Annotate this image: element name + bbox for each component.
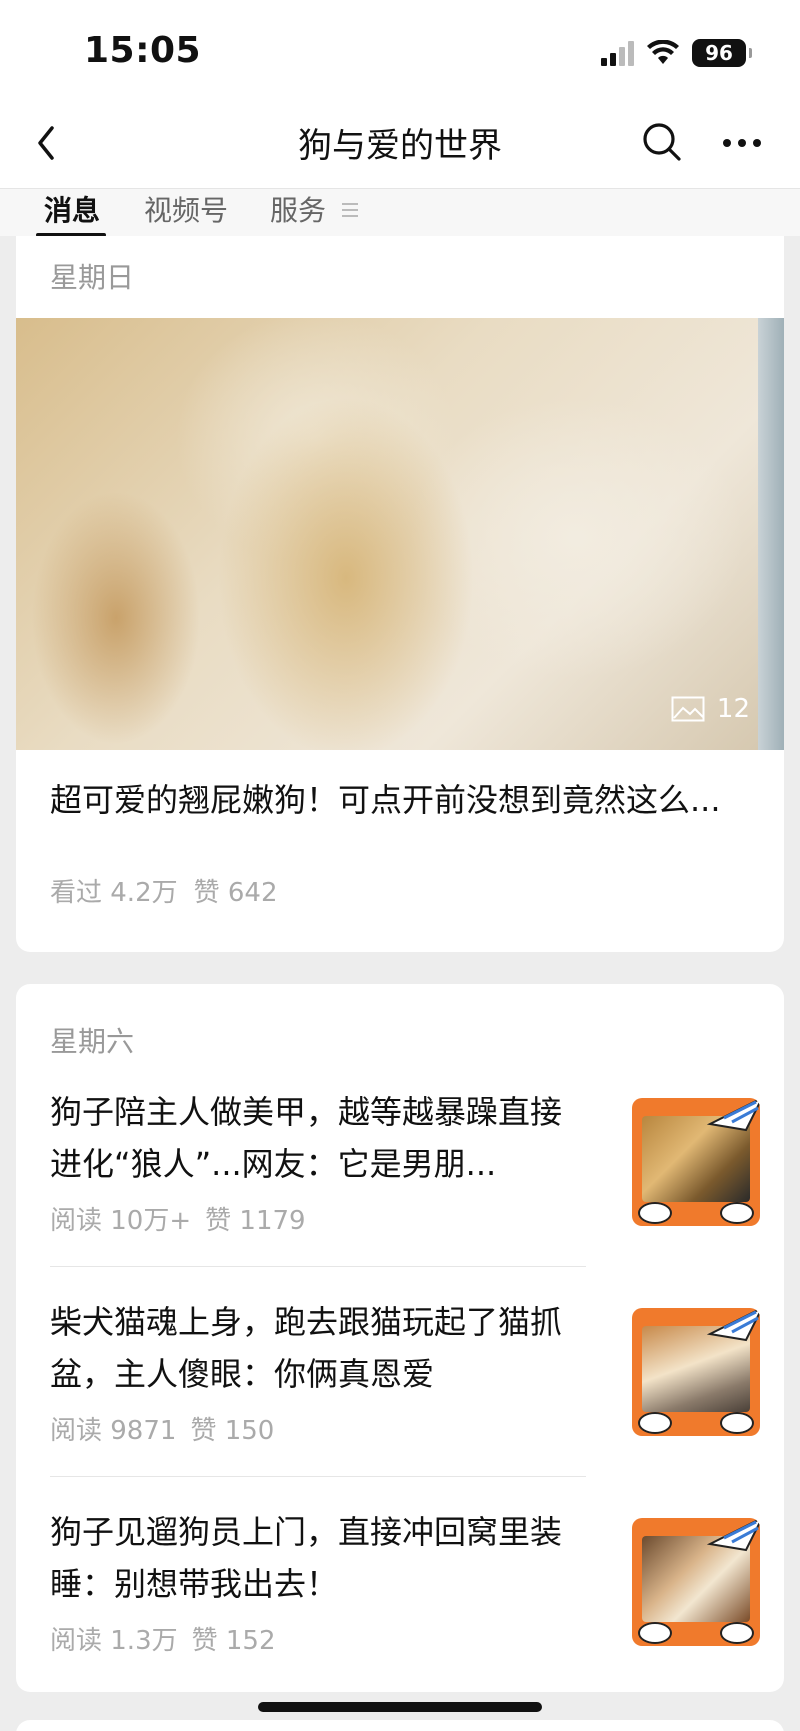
paw-icon — [638, 1412, 672, 1434]
party-hat-icon — [706, 1308, 760, 1342]
status-time: 15:05 — [84, 30, 202, 71]
read-count: 阅读 10万+ — [50, 1206, 192, 1236]
article-meta: 阅读 10万+ 赞 1179 — [50, 1200, 306, 1237]
message-card-sunday: 星期日 12 超可爱的翘屁嫩狗！可点开前没想到竟然这么... 看过 4.2万赞 … — [16, 236, 784, 952]
article-thumbnail[interactable] — [632, 1518, 760, 1646]
article-meta: 阅读 9871 赞 150 — [50, 1410, 274, 1447]
party-hat-icon — [706, 1518, 760, 1552]
status-icons: 96 — [601, 36, 752, 70]
image-icon — [671, 696, 705, 722]
article-title[interactable]: 狗子见遛狗员上门，直接冲回窝里装睡：别想带我出去！ — [50, 1506, 586, 1610]
more-icon[interactable] — [722, 138, 762, 148]
day-label: 星期日 — [50, 261, 135, 294]
paw-icon — [720, 1202, 754, 1224]
read-count: 阅读 9871 — [50, 1416, 177, 1446]
day-label: 星期六 — [50, 1025, 135, 1058]
divider — [50, 1476, 586, 1477]
home-indicator[interactable] — [258, 1702, 542, 1712]
hero-image[interactable]: 12 — [16, 318, 784, 750]
article-thumbnail[interactable] — [632, 1098, 760, 1226]
article-item[interactable]: 狗子见遛狗员上门，直接冲回窝里装睡：别想带我出去！ 阅读 1.3万赞 152 — [50, 1506, 760, 1692]
article-item[interactable]: 狗子陪主人做美甲，越等越暴躁直接进化“狼人”...网友：它是男朋... 阅读 1… — [50, 1086, 760, 1286]
hero-article-meta: 看过 4.2万赞 642 — [50, 872, 278, 909]
signal-icon — [601, 40, 634, 66]
menu-icon[interactable] — [340, 201, 360, 219]
like-count: 赞 152 — [191, 1626, 276, 1656]
image-count-value: 12 — [716, 694, 750, 724]
message-card-saturday: 星期六 狗子陪主人做美甲，越等越暴躁直接进化“狼人”...网友：它是男朋... … — [16, 984, 784, 1692]
paw-icon — [638, 1622, 672, 1644]
article-thumbnail[interactable] — [632, 1308, 760, 1436]
tab-messages[interactable]: 消息 — [44, 189, 100, 229]
like-count: 赞 642 — [193, 878, 278, 908]
app-screen: 15:05 96 狗与爱的世界 消息 视频号 服务 星期日 12 超可爱的翘屁嫩… — [0, 0, 800, 1731]
next-card-peek — [16, 1720, 784, 1731]
article-item[interactable]: 柴犬猫魂上身，跑去跟猫玩起了猫抓盆，主人傻眼：你俩真恩爱 阅读 9871 赞 15… — [50, 1296, 760, 1496]
wifi-icon — [647, 40, 679, 64]
article-meta: 阅读 1.3万赞 152 — [50, 1620, 276, 1657]
image-count: 12 — [671, 694, 750, 724]
article-title[interactable]: 柴犬猫魂上身，跑去跟猫玩起了猫抓盆，主人傻眼：你俩真恩爱 — [50, 1296, 586, 1400]
search-icon[interactable] — [640, 120, 684, 164]
paw-icon — [638, 1202, 672, 1224]
tab-bar: 消息 视频号 服务 — [0, 188, 800, 237]
tab-channels[interactable]: 视频号 — [144, 189, 228, 229]
tab-services[interactable]: 服务 — [270, 189, 326, 229]
article-title[interactable]: 狗子陪主人做美甲，越等越暴躁直接进化“狼人”...网友：它是男朋... — [50, 1086, 586, 1190]
nav-bar: 狗与爱的世界 — [0, 100, 800, 188]
paw-icon — [720, 1622, 754, 1644]
status-bar: 15:05 96 — [0, 0, 800, 100]
paw-icon — [720, 1412, 754, 1434]
read-count: 阅读 1.3万 — [50, 1626, 178, 1656]
view-count: 看过 4.2万 — [50, 878, 178, 908]
like-count: 赞 1179 — [205, 1206, 306, 1236]
like-count: 赞 150 — [190, 1416, 275, 1446]
hero-article-title[interactable]: 超可爱的翘屁嫩狗！可点开前没想到竟然这么... — [50, 774, 750, 826]
divider — [50, 1266, 586, 1267]
battery-icon: 96 — [692, 39, 752, 67]
party-hat-icon — [706, 1098, 760, 1132]
